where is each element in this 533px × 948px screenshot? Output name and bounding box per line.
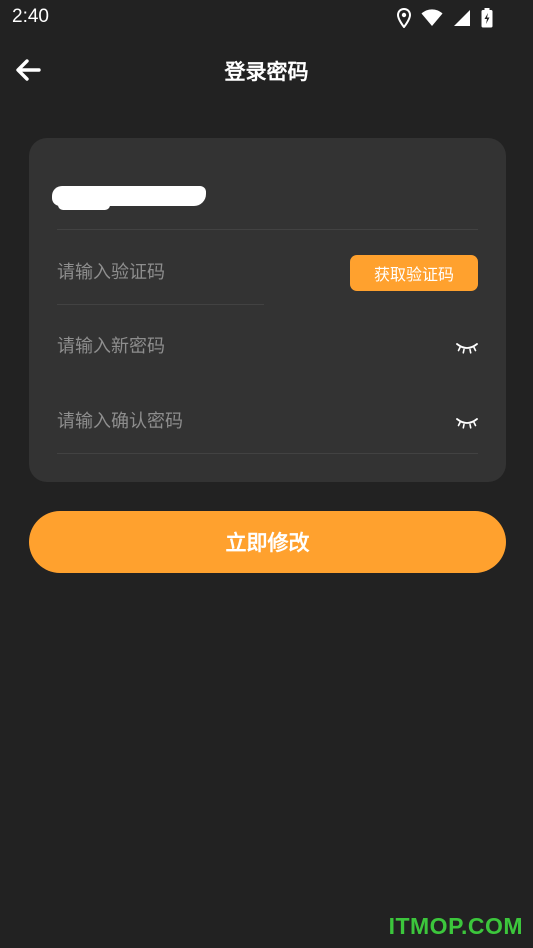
signal-icon — [453, 9, 471, 27]
confirm-password-input[interactable] — [57, 406, 317, 436]
eye-closed-icon — [456, 340, 478, 359]
divider — [57, 453, 478, 454]
screen: 2:40 登录密码 请输入验证码 获取验证码 立即修改 ITMOP.COM — [0, 0, 533, 948]
status-time: 2:40 — [12, 6, 49, 27]
divider — [57, 304, 264, 305]
form-card: 获取验证码 — [29, 138, 506, 482]
header: 登录密码 — [0, 44, 533, 100]
location-icon — [397, 8, 411, 28]
wifi-icon — [421, 9, 443, 27]
new-password-visibility-toggle[interactable] — [454, 340, 480, 358]
verification-code-input[interactable] — [57, 257, 317, 287]
get-code-button[interactable]: 获取验证码 — [350, 255, 478, 291]
confirm-password-visibility-toggle[interactable] — [454, 415, 480, 433]
new-password-input[interactable] — [57, 331, 317, 361]
page-title: 登录密码 — [224, 60, 309, 84]
divider — [57, 229, 478, 230]
submit-button[interactable]: 立即修改 — [29, 511, 506, 573]
status-icons — [397, 7, 493, 29]
status-bar: 2:40 — [0, 0, 533, 36]
eye-closed-icon — [456, 415, 478, 434]
account-field-masked — [52, 186, 206, 210]
watermark: ITMOP.COM — [388, 913, 523, 939]
battery-charging-icon — [481, 8, 493, 28]
